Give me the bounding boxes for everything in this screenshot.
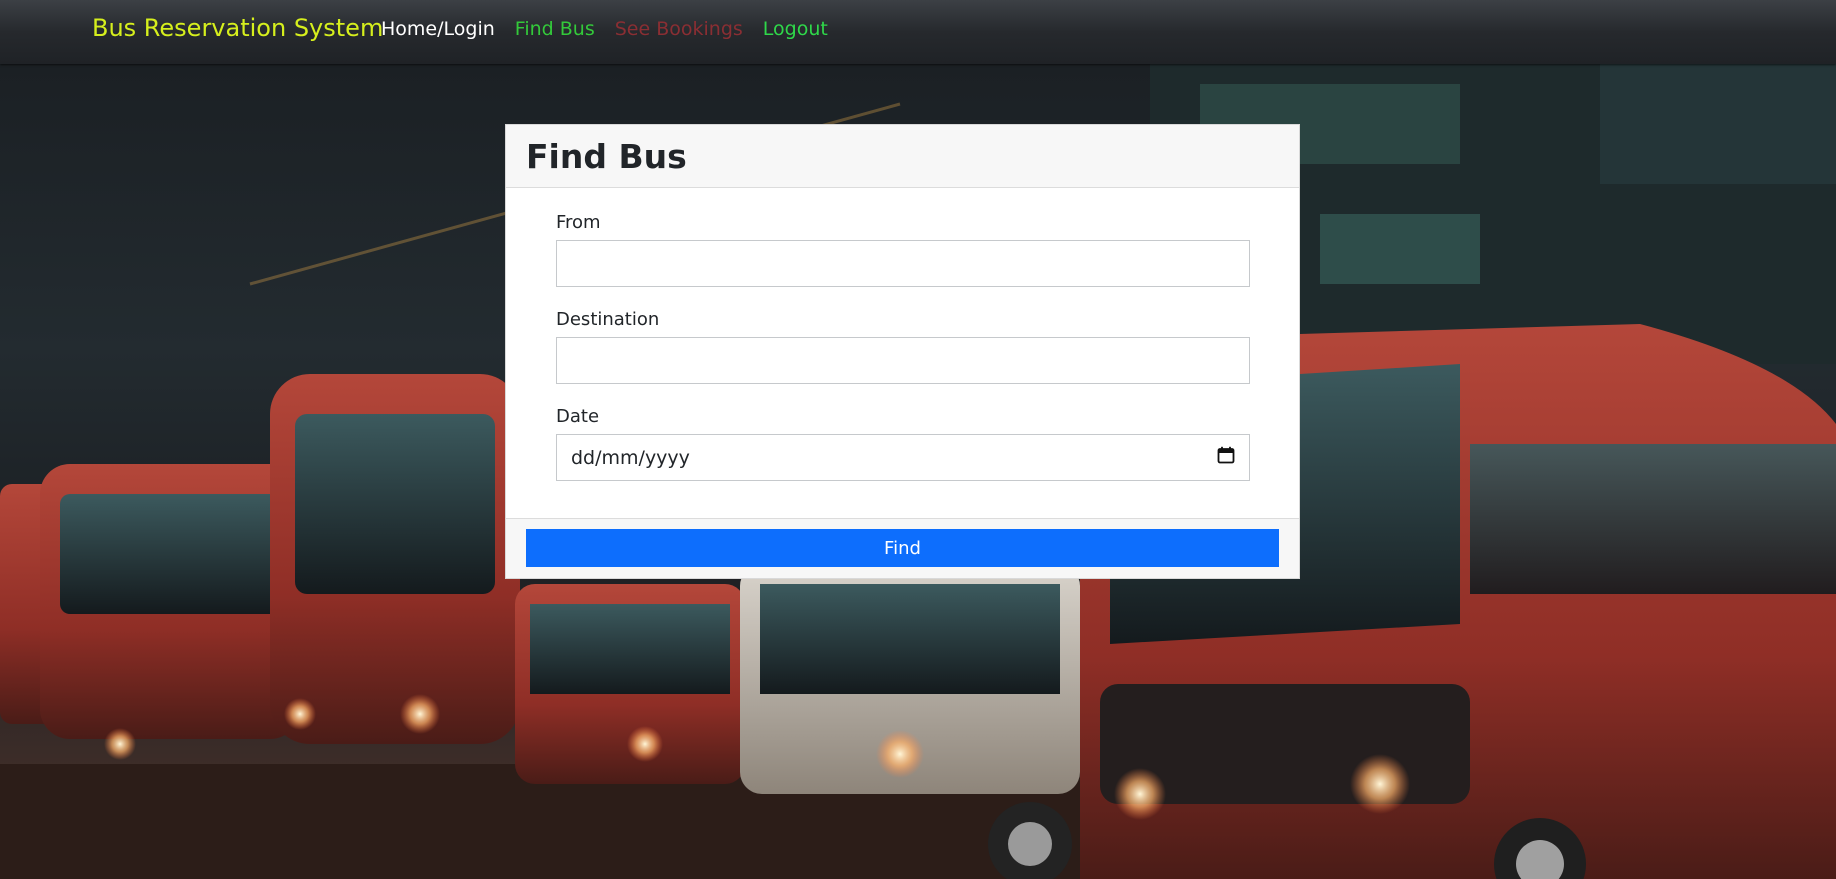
nav-logout[interactable]: Logout xyxy=(763,18,828,40)
destination-input[interactable] xyxy=(556,337,1250,384)
destination-label: Destination xyxy=(556,309,660,330)
page-title: Find Bus xyxy=(526,136,687,176)
from-input[interactable] xyxy=(556,240,1250,287)
date-field-group: Date dd/mm/yyyy xyxy=(556,406,1250,481)
date-input[interactable]: dd/mm/yyyy xyxy=(556,434,1250,481)
card-body: From Destination Date dd/mm/yyyy xyxy=(506,188,1299,519)
calendar-icon[interactable] xyxy=(1217,446,1235,469)
date-label: Date xyxy=(556,406,600,427)
card-header: Find Bus xyxy=(506,125,1299,188)
nav-links: Home/Login Find Bus See Bookings Logout xyxy=(381,18,828,40)
nav-see-bookings[interactable]: See Bookings xyxy=(615,18,743,40)
nav-find-bus[interactable]: Find Bus xyxy=(515,18,595,40)
card-footer: Find xyxy=(506,518,1299,578)
find-bus-card: Find Bus From Destination Date dd/mm/yyy… xyxy=(505,124,1300,579)
brand-link[interactable]: Bus Reservation System xyxy=(92,14,383,42)
find-button[interactable]: Find xyxy=(526,529,1279,567)
top-navbar: Bus Reservation System Home/Login Find B… xyxy=(0,0,1836,64)
from-label: From xyxy=(556,212,601,233)
nav-home-login[interactable]: Home/Login xyxy=(381,18,495,40)
date-placeholder: dd/mm/yyyy xyxy=(571,446,690,469)
from-field-group: From xyxy=(556,212,1250,287)
destination-field-group: Destination xyxy=(556,309,1250,384)
